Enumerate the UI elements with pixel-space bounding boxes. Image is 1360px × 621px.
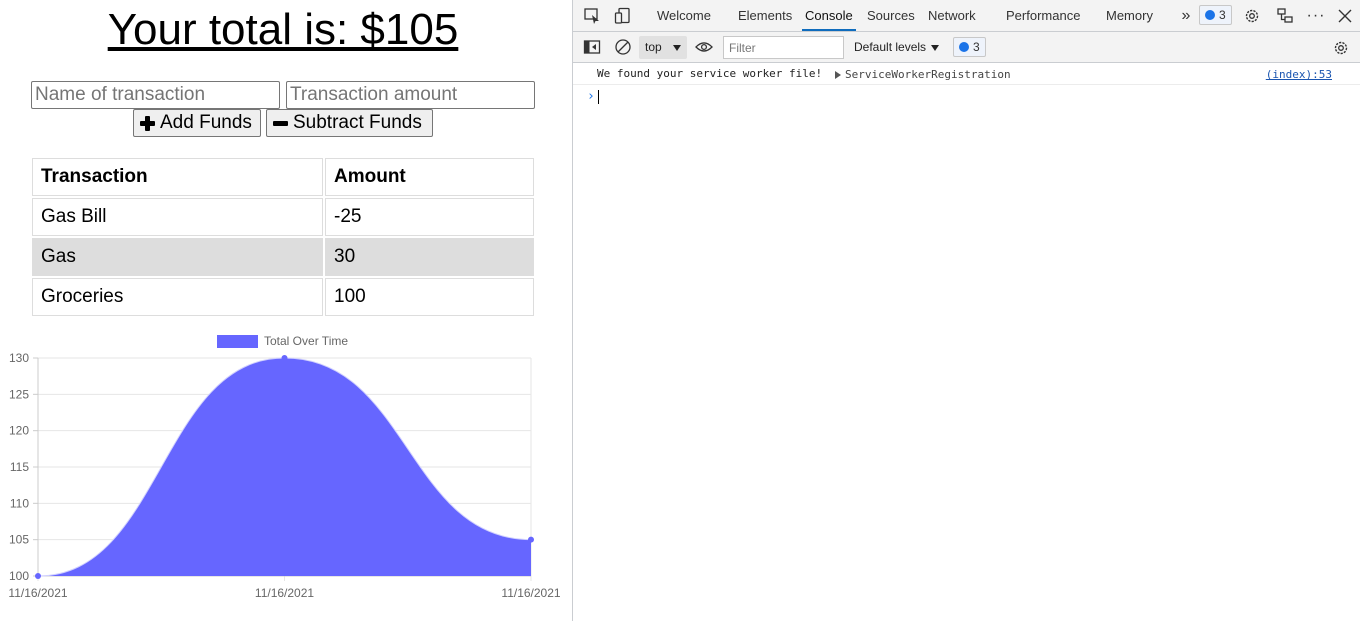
context-value: top (645, 40, 662, 54)
console-message-row: We found your service worker file! Servi… (573, 64, 1360, 85)
transaction-amount-input[interactable] (286, 81, 535, 109)
live-expression-eye-icon[interactable] (694, 38, 714, 56)
minus-icon (273, 116, 288, 131)
y-tick-label: 130 (9, 351, 29, 365)
table-header-row: Transaction Amount (32, 158, 534, 196)
subtract-funds-button[interactable]: Subtract Funds (266, 109, 433, 137)
header-amount: Amount (325, 158, 534, 196)
x-tick-label: 11/16/2021 (255, 586, 314, 600)
close-devtools-icon[interactable] (1335, 6, 1355, 26)
data-point (281, 355, 288, 361)
transaction-amount: 30 (325, 238, 534, 276)
issues-count: 3 (1219, 8, 1226, 22)
connect-device-icon[interactable] (1275, 6, 1295, 26)
y-tick-label: 120 (9, 424, 29, 438)
log-levels-label: Default levels (854, 40, 927, 54)
data-point (528, 536, 534, 543)
tab-welcome[interactable]: Welcome (657, 0, 711, 31)
prompt-chevron-icon: › (587, 89, 595, 104)
transaction-name: Groceries (32, 278, 323, 316)
transaction-amount: 100 (325, 278, 534, 316)
console-filter-input[interactable] (723, 36, 844, 59)
y-tick-label: 105 (9, 533, 29, 547)
y-tick-label: 125 (9, 387, 29, 401)
total-heading: Your total is: $105 (107, 5, 459, 54)
total-over-time-chart: 100 105 110 115 120 125 130 11/16/2021 11/16/202… (0, 330, 572, 621)
transaction-name-input[interactable] (31, 81, 280, 109)
legend-swatch (217, 335, 258, 348)
x-tick-label: 11/16/2021 (501, 586, 560, 600)
console-toolbar: top Default levels 3 (573, 32, 1360, 63)
chart-canvas: 100 105 110 115 120 125 130 11/16/2021 11/16/202… (8, 334, 560, 600)
settings-gear-icon[interactable] (1242, 6, 1262, 26)
table-row: Groceries 100 (32, 278, 534, 316)
tab-performance[interactable]: Performance (1006, 0, 1080, 31)
transaction-name: Gas (32, 238, 323, 276)
inspect-element-icon[interactable] (583, 7, 601, 25)
dropdown-caret-icon (673, 45, 681, 51)
legend-label: Total Over Time (264, 334, 348, 348)
tab-network[interactable]: Network (928, 0, 976, 31)
devtools-panel: Welcome Elements Console Sources Network… (572, 0, 1360, 621)
console-issues-badge[interactable]: 3 (953, 37, 986, 57)
message-bubble-icon (959, 42, 969, 52)
y-tick-label: 100 (9, 569, 29, 583)
table-row: Gas Bill -25 (32, 198, 534, 236)
log-levels-dropdown[interactable]: Default levels (851, 36, 945, 59)
tab-memory[interactable]: Memory (1106, 0, 1153, 31)
plus-icon (140, 115, 155, 131)
more-tabs-chevron-icon[interactable]: » (1179, 7, 1193, 24)
console-object-expander[interactable]: ServiceWorkerRegistration (835, 68, 1011, 81)
toggle-sidebar-icon[interactable] (583, 38, 601, 56)
budget-app: Your total is: $105 Add Funds Subtract F… (0, 0, 572, 621)
console-prompt[interactable]: › (573, 86, 1360, 106)
x-tick-label: 11/16/2021 (8, 586, 67, 600)
dropdown-caret-icon (931, 45, 939, 51)
message-bubble-icon (1205, 10, 1215, 20)
data-point (35, 573, 41, 579)
device-emulation-icon[interactable] (614, 7, 632, 25)
subtract-funds-label: Subtract Funds (293, 112, 422, 133)
tab-sources[interactable]: Sources (867, 0, 915, 31)
text-cursor (598, 90, 599, 104)
y-tick-label: 110 (10, 496, 29, 510)
console-message-text: We found your service worker file! (597, 67, 823, 80)
context-selector[interactable]: top (639, 36, 687, 59)
console-source-link[interactable]: (index):53 (1266, 68, 1332, 81)
issues-badge[interactable]: 3 (1199, 5, 1232, 25)
y-tick-label: 115 (10, 460, 29, 474)
more-options-icon[interactable]: ··· (1306, 6, 1326, 26)
tab-console[interactable]: Console (802, 0, 856, 31)
header-transaction: Transaction (32, 158, 323, 196)
expand-triangle-icon (835, 70, 841, 79)
add-funds-label: Add Funds (160, 112, 252, 133)
clear-console-icon[interactable] (614, 38, 632, 56)
table-row: Gas 30 (32, 238, 534, 276)
console-object-name: ServiceWorkerRegistration (845, 68, 1011, 81)
transaction-name: Gas Bill (32, 198, 323, 236)
transaction-amount: -25 (325, 198, 534, 236)
console-issues-count: 3 (973, 40, 980, 54)
devtools-tabbar: Welcome Elements Console Sources Network… (573, 0, 1360, 32)
add-funds-button[interactable]: Add Funds (133, 109, 261, 137)
console-settings-gear-icon[interactable] (1331, 38, 1351, 58)
transactions-table: Transaction Amount Gas Bill -25 Gas 30 G… (30, 156, 536, 318)
tab-elements[interactable]: Elements (738, 0, 792, 31)
